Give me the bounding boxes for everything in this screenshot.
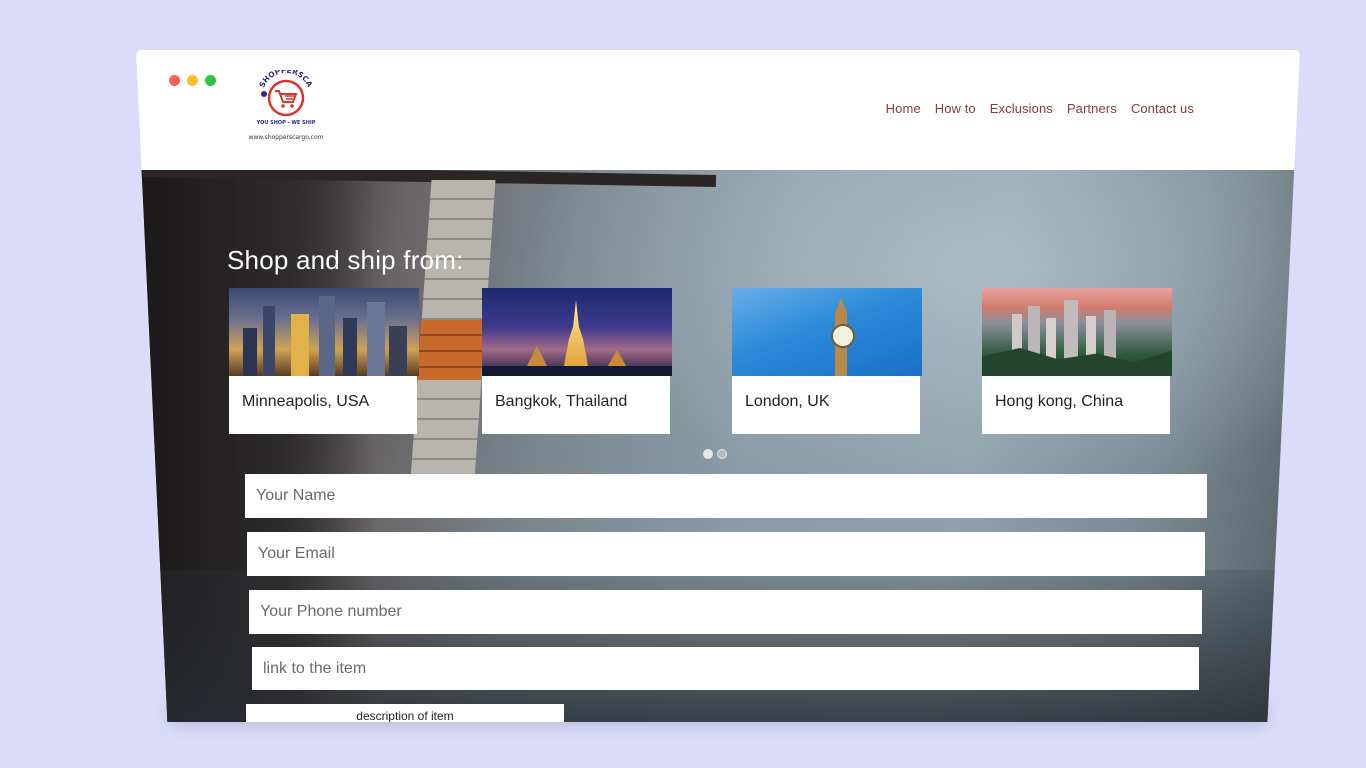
carousel-pagination <box>703 449 727 459</box>
nav-how-to[interactable]: How to <box>935 101 976 116</box>
logo-tagline: YOU SHOP - WE SHIP <box>256 120 316 126</box>
browser-window: SHOPPERSCARGO YOU SHOP - WE SHIP www.sho… <box>136 50 1300 722</box>
close-dot-icon[interactable] <box>169 75 180 86</box>
city-label: London, UK <box>745 393 830 410</box>
hero-title: Shop and ship from: <box>227 245 464 275</box>
bangkok-temple-image <box>482 288 672 376</box>
item-description-textarea[interactable] <box>246 704 564 722</box>
site-logo[interactable]: SHOPPERSCARGO YOU SHOP - WE SHIP www.sho… <box>244 70 328 141</box>
city-card-hong-kong[interactable]: Hong kong, China <box>982 288 1172 434</box>
nav-home[interactable]: Home <box>886 101 921 116</box>
big-ben-clock-tower-image <box>732 288 922 376</box>
carousel-dot-1[interactable] <box>703 449 713 459</box>
item-link-input[interactable] <box>252 647 1199 690</box>
shopping-cart-logo-icon: SHOPPERSCARGO <box>251 70 315 117</box>
name-input[interactable] <box>245 474 1207 518</box>
carousel-dot-2[interactable] <box>717 449 727 459</box>
hero-section: Shop and ship from: Minneapolis, USA Ban… <box>136 170 1300 722</box>
email-input[interactable] <box>247 532 1205 576</box>
city-label: Hong kong, China <box>995 393 1124 410</box>
city-card-bangkok[interactable]: Bangkok, Thailand <box>482 288 672 434</box>
nav-partners[interactable]: Partners <box>1067 101 1117 116</box>
minneapolis-skyline-image <box>229 288 419 376</box>
city-label: Minneapolis, USA <box>242 393 370 410</box>
window-controls <box>169 75 216 86</box>
city-label: Bangkok, Thailand <box>495 393 628 410</box>
hong-kong-skyline-image <box>982 288 1172 376</box>
svg-text:SHOPPERSCARGO: SHOPPERSCARGO <box>251 70 315 89</box>
city-card-minneapolis[interactable]: Minneapolis, USA <box>229 288 419 434</box>
city-card-london[interactable]: London, UK <box>732 288 922 434</box>
logo-url: www.shopperscargo.com <box>248 134 324 141</box>
nav-exclusions[interactable]: Exclusions <box>990 101 1053 116</box>
main-nav: Home How to Exclusions Partners Contact … <box>886 101 1194 116</box>
nav-contact-us[interactable]: Contact us <box>1131 101 1194 116</box>
minimize-dot-icon[interactable] <box>187 75 198 86</box>
maximize-dot-icon[interactable] <box>205 75 216 86</box>
container-stack-orange <box>416 320 486 380</box>
phone-input[interactable] <box>249 590 1202 634</box>
